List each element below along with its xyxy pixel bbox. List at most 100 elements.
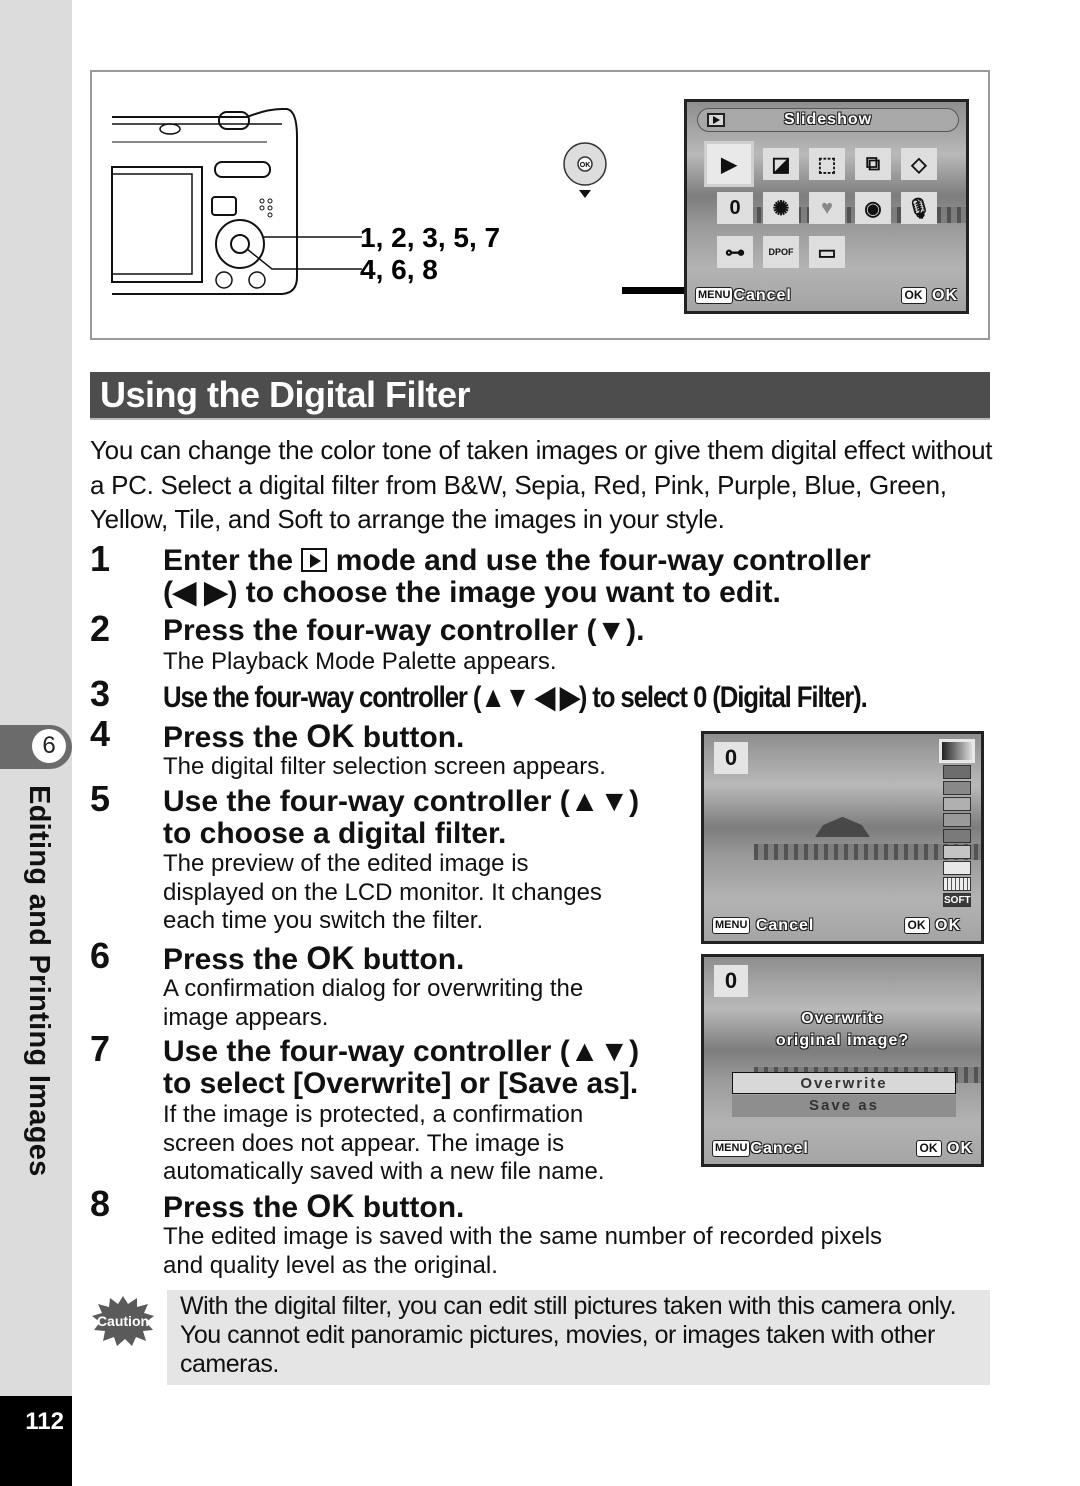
- overwrite-confirmation-screen: 0 Overwrite original image? Overwrite Sa…: [701, 954, 984, 1167]
- cancel-hint[interactable]: MENU Cancel: [695, 287, 792, 305]
- ok-key-icon: OK: [903, 917, 930, 935]
- step-title-3: Use the four-way controller (▲▼ ◀ ▶) to …: [163, 681, 868, 714]
- cancel-label: Cancel: [755, 917, 815, 934]
- step-number-8: 8: [90, 1183, 111, 1224]
- step-title-8: Press the OK button.: [163, 1188, 465, 1224]
- step-body-2: The Playback Mode Palette appears.: [163, 648, 557, 675]
- red-eye-icon[interactable]: ◉: [855, 192, 891, 224]
- step-number-6: 6: [90, 935, 111, 976]
- menu-key-icon: MENU: [695, 287, 734, 305]
- frame-composite-icon[interactable]: ♥: [809, 192, 845, 224]
- ok-label: OK: [932, 287, 958, 304]
- image-copy-icon[interactable]: ⧉: [855, 148, 891, 180]
- ok-hint[interactable]: OK OK: [915, 1140, 973, 1158]
- playback-button-illustration: [211, 196, 237, 216]
- filter-soft[interactable]: SOFT: [943, 893, 971, 907]
- cancel-hint[interactable]: MENU Cancel: [712, 1140, 809, 1158]
- digital-filter-icon: 0: [714, 742, 748, 774]
- filter-bw[interactable]: [939, 739, 975, 763]
- filter-pink[interactable]: [943, 797, 971, 811]
- menu-key-icon: MENU: [712, 1140, 751, 1158]
- step-title-6: Press the OK button.: [163, 940, 465, 976]
- ok-label: OK: [947, 1140, 973, 1157]
- ok-button-label: OK: [306, 940, 355, 976]
- callout-steps-controller: 1, 2, 3, 5, 7: [360, 222, 501, 253]
- playback-palette-screen: Slideshow ▶ ◪ ⬚ ⧉ ◇ 0 ✺ ♥ ◉ 🎙 ⊶ DPOF ▭ M…: [684, 99, 969, 314]
- digital-filter-icon: 0: [692, 681, 707, 714]
- section-heading: Using the Digital Filter: [100, 374, 471, 415]
- cancel-label: Cancel: [750, 1140, 809, 1157]
- svg-text:OK: OK: [580, 162, 591, 169]
- resize-icon[interactable]: ◪: [763, 148, 799, 180]
- intro-paragraph: You can change the color tone of taken i…: [90, 435, 993, 534]
- page-number: 112: [25, 1408, 64, 1435]
- palette-footer: MENU Cancel OK OK: [695, 287, 958, 307]
- dialog-question-line-2: original image?: [775, 1032, 910, 1049]
- filter-selector-bar: SOFT: [939, 739, 975, 907]
- ok-hint[interactable]: OK OK: [900, 287, 958, 305]
- slideshow-icon[interactable]: ▶: [704, 141, 754, 187]
- svg-text:Caution: Caution: [97, 1313, 149, 1329]
- caution-icon: Caution: [92, 1296, 154, 1346]
- digital-filter-icon[interactable]: 0: [717, 192, 753, 224]
- filter-green[interactable]: [943, 845, 971, 859]
- camera-back-illustration: [111, 108, 362, 295]
- power-button-illustration: [218, 111, 250, 130]
- filter-blue[interactable]: [943, 829, 971, 843]
- shutter-button-illustration: [159, 123, 181, 135]
- step-number-3: 3: [90, 673, 111, 714]
- save-as-option[interactable]: Save as: [732, 1095, 956, 1117]
- chapter-side-strip: [0, 0, 72, 1396]
- dialog-question-line-1: Overwrite: [801, 1010, 884, 1027]
- camera-figure: 1, 2, 3, 5, 7 4, 6, 8 OK Slideshow ▶ ◪ ⬚…: [90, 70, 990, 340]
- filter-tile[interactable]: [943, 877, 971, 891]
- menu-key-icon: MENU: [712, 917, 751, 935]
- cropping-icon[interactable]: ⬚: [809, 148, 845, 180]
- voice-memo-icon[interactable]: 🎙: [901, 192, 937, 224]
- step-number-2: 2: [90, 608, 111, 649]
- step-body-6: A confirmation dialog for overwriting th…: [163, 975, 584, 1031]
- step-title-7: Use the four-way controller (▲▼) to sele…: [163, 1035, 640, 1100]
- step-title-4: Press the OK button.: [163, 718, 465, 754]
- cancel-label: Cancel: [733, 287, 792, 304]
- step-number-5: 5: [90, 778, 111, 819]
- start-up-screen-icon[interactable]: ▭: [809, 236, 845, 268]
- chapter-title: Editing and Printing Images: [23, 785, 55, 1177]
- step-number-4: 4: [90, 713, 111, 754]
- callout-steps-ok: 4, 6, 8: [360, 254, 438, 285]
- filter-red[interactable]: [943, 781, 971, 795]
- filter-sepia[interactable]: [943, 765, 971, 779]
- step-title-5: Use the four-way controller (▲▼) to choo…: [163, 785, 640, 850]
- filter-yellow[interactable]: [943, 861, 971, 875]
- ok-button-illustration: [230, 234, 250, 254]
- protect-icon[interactable]: ⊶: [717, 236, 753, 268]
- step-body-5: The preview of the edited image is displ…: [163, 850, 602, 934]
- ok-key-icon: OK: [915, 1140, 942, 1158]
- ok-button-label: OK: [306, 718, 355, 754]
- cancel-hint[interactable]: MENU Cancel: [712, 917, 814, 935]
- digital-filter-screen: 0 SOFT MENU Cancel OK OK: [701, 731, 984, 944]
- ok-label: OK: [935, 917, 961, 934]
- overwrite-option[interactable]: Overwrite: [732, 1072, 956, 1094]
- playback-mode-icon: [301, 548, 328, 572]
- step-title-1: Enter the mode and use the four-way cont…: [163, 544, 871, 609]
- step-body-8: The edited image is saved with the same …: [163, 1223, 883, 1279]
- filter-purple[interactable]: [943, 813, 971, 827]
- brightness-filter-icon[interactable]: ✺: [763, 192, 799, 224]
- lcd-monitor-illustration: [111, 166, 203, 283]
- four-way-controller-illustration: [215, 219, 265, 269]
- digital-filter-icon: 0: [714, 965, 748, 997]
- dpof-icon[interactable]: DPOF: [763, 236, 799, 268]
- caution-text: With the digital filter, you can edit st…: [180, 1292, 957, 1378]
- step-number-7: 7: [90, 1028, 111, 1069]
- chapter-number: 6: [32, 729, 66, 763]
- palette-title: Slideshow: [783, 111, 873, 128]
- section-heading-band: Using the Digital Filter: [90, 372, 990, 420]
- step-body-7: If the image is protected, a confirmatio…: [163, 1101, 605, 1185]
- step-number-1: 1: [90, 538, 111, 579]
- overwrite-screen-footer: MENU Cancel OK OK: [712, 1140, 973, 1160]
- rotate-icon[interactable]: ◇: [901, 148, 937, 180]
- ok-hint[interactable]: OK OK: [903, 917, 961, 935]
- filter-screen-footer: MENU Cancel OK OK: [712, 917, 973, 937]
- ok-key-icon: OK: [900, 287, 927, 305]
